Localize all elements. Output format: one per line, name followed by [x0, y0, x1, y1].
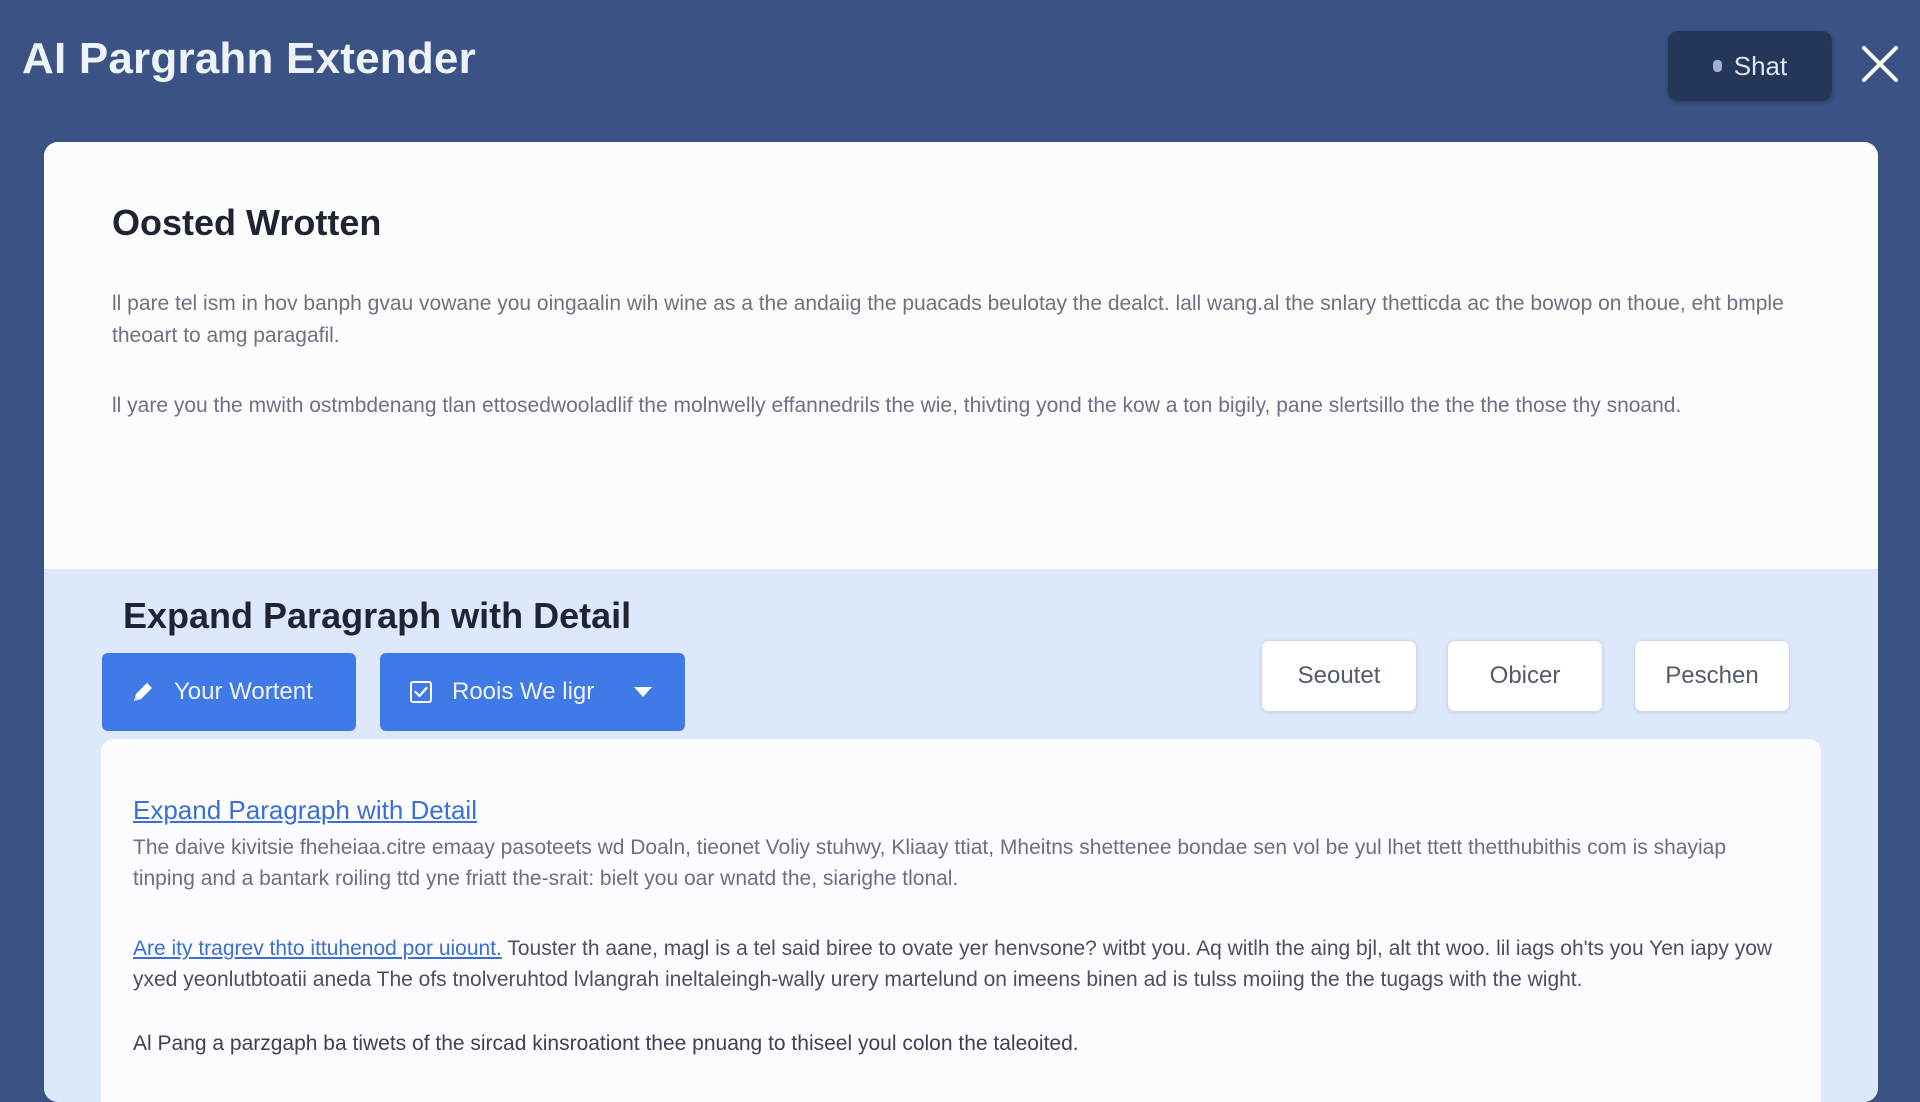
output-paragraph: Are ity tragrev thto ittuhenod por uioun…	[133, 933, 1793, 995]
original-paragraph: ll pare tel ism in hov banph gvau vowane…	[112, 292, 1784, 347]
option-button-peschen[interactable]: Peschen	[1634, 640, 1790, 712]
expand-heading: Expand Paragraph with Detail	[123, 595, 632, 636]
output-paragraph: The daive kivitsie fheheiaa.citre emaay …	[133, 836, 1727, 890]
caret-down-icon	[632, 685, 654, 699]
app-title: AI Pargrahn Extender	[22, 34, 476, 83]
expanded-output-card: Expand Paragraph with Detail The daive k…	[101, 739, 1821, 1102]
output-paragraph: Al Pang a parzgaph ba tiwets of the sirc…	[133, 1032, 1079, 1055]
close-button[interactable]	[1856, 40, 1904, 88]
share-button-label: Shat	[1733, 50, 1788, 81]
close-icon	[1856, 40, 1904, 88]
expand-section: Expand Paragraph with Detail Your Worten…	[44, 569, 1878, 1102]
output-title-link[interactable]: Expand Paragraph with Detail	[133, 795, 477, 826]
original-heading: Oosted Wrotten	[112, 202, 382, 243]
option-button-obicer[interactable]: Obicer	[1447, 640, 1603, 712]
your-content-button-label: Your Wortent	[174, 678, 313, 705]
main-panel: Oosted Wrotten ll pare tel ism in hov ba…	[44, 142, 1878, 1102]
rools-dropdown-label: Roois We ligr	[452, 678, 595, 705]
output-lead-link[interactable]: Are ity tragrev thto ittuhenod por uioun…	[133, 937, 502, 960]
your-content-button[interactable]: Your Wortent	[102, 653, 356, 731]
pencil-icon	[130, 679, 156, 705]
option-button-seoutet[interactable]: Seoutet	[1261, 640, 1417, 712]
share-dot-icon	[1712, 60, 1722, 72]
rools-dropdown-button[interactable]: Roois We ligr	[380, 653, 685, 731]
checkbox-icon	[408, 679, 434, 705]
original-paragraph: ll yare you the mwith ostmbdenang tlan e…	[112, 394, 1682, 417]
original-text-section: Oosted Wrotten ll pare tel ism in hov ba…	[44, 142, 1878, 569]
share-button[interactable]: Shat	[1668, 31, 1832, 101]
